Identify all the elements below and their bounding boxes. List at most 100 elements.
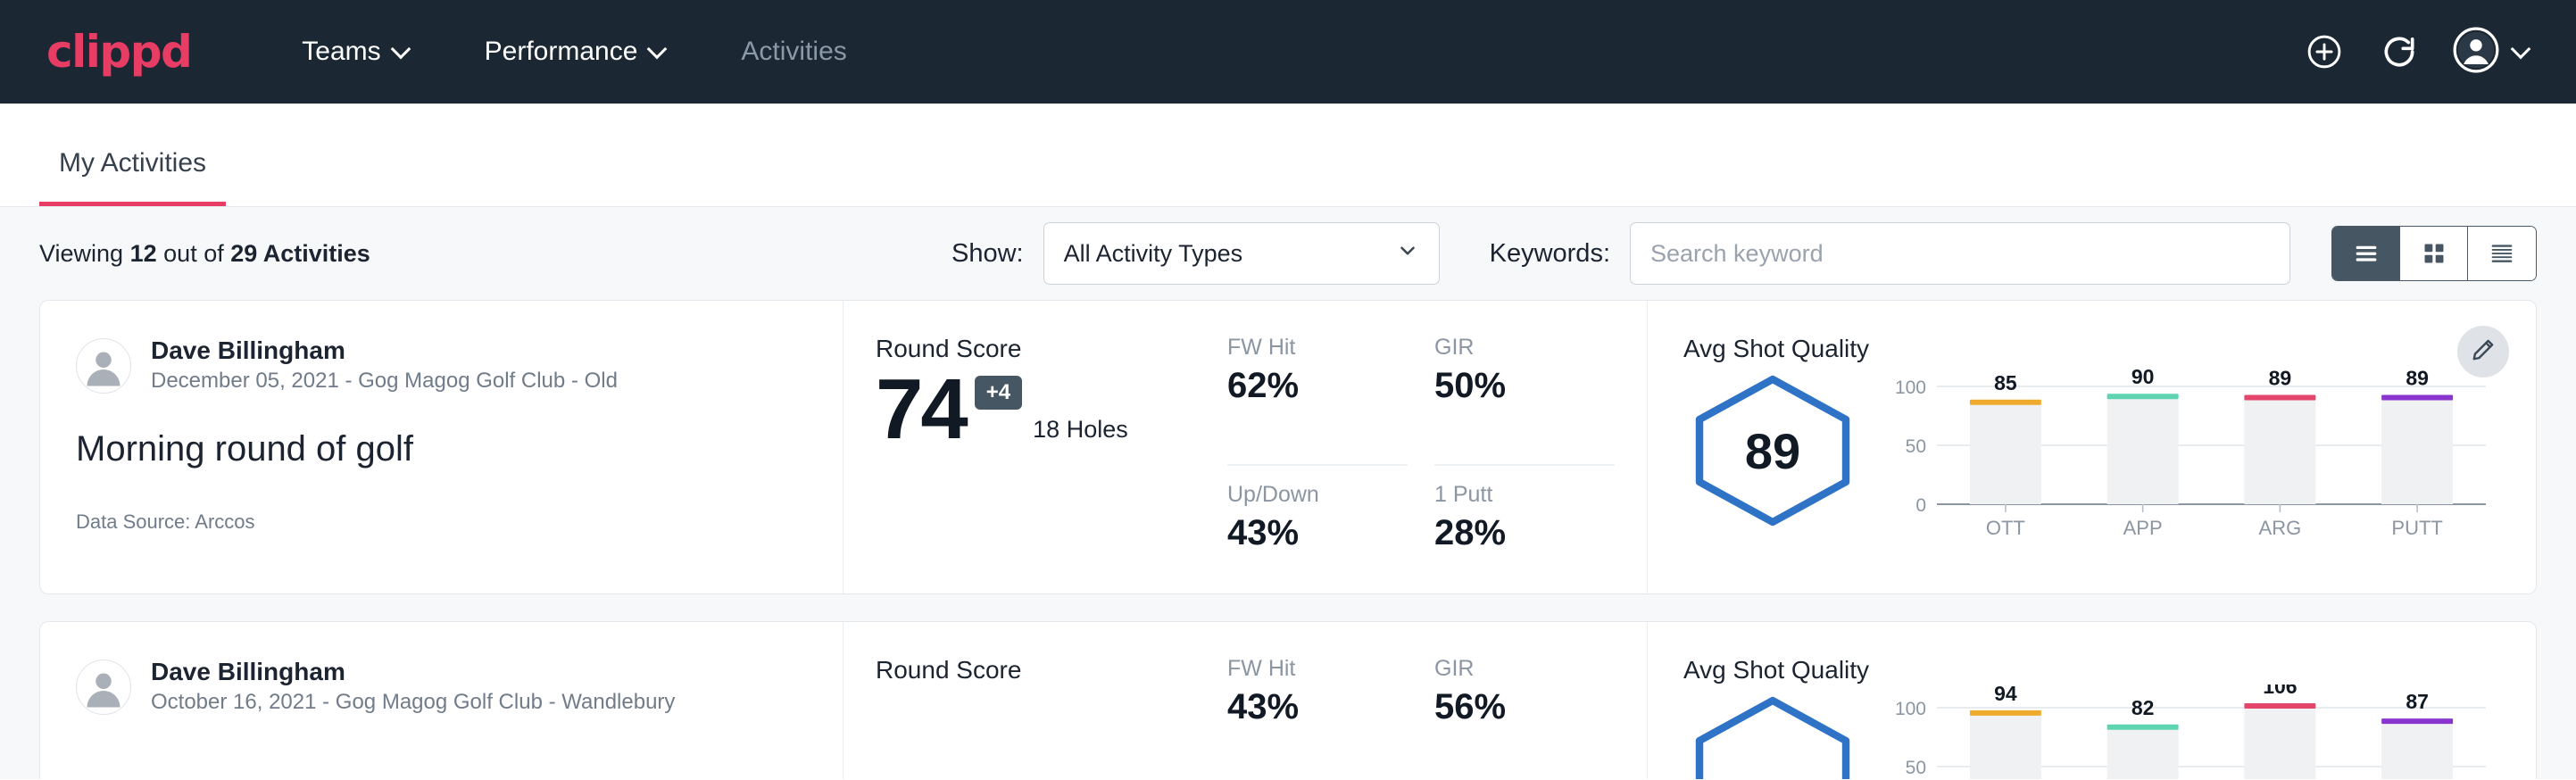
account-menu[interactable] — [2453, 27, 2530, 78]
viewing-prefix: Viewing — [39, 240, 123, 267]
round-stats-column: FW Hit 62% GIR 50% Up/Down 43% 1 Putt 28… — [1227, 301, 1647, 593]
stat-label: GIR — [1434, 656, 1615, 682]
avatar — [76, 338, 131, 394]
round-score-value-row: 74 +4 18 Holes — [876, 367, 1227, 452]
tab-strip: My Activities — [0, 104, 2576, 207]
plus-circle-icon[interactable] — [2303, 30, 2346, 73]
svg-text:100: 100 — [1895, 378, 1926, 398]
chevron-down-icon — [648, 40, 666, 58]
svg-text:OTT: OTT — [1986, 517, 2025, 539]
view-mode-toggle — [2331, 226, 2537, 281]
activity-meta: December 05, 2021 - Gog Magog Golf Club … — [151, 366, 618, 397]
avg-shot-quality-column: Avg Shot Quality 89 0 50 100 85 OTT 90 APP 89 AR… — [1647, 301, 2536, 593]
svg-text:90: 90 — [2131, 365, 2155, 388]
activity-user-name: Dave Billingham — [151, 656, 675, 687]
svg-text:APP: APP — [2123, 517, 2163, 539]
stat-value: 56% — [1434, 687, 1615, 727]
round-holes-label: 18 Holes — [1033, 416, 1128, 444]
quality-hexagon-value: 89 — [1683, 370, 1862, 531]
stat-label: 1 Putt — [1434, 482, 1615, 508]
refresh-icon[interactable] — [2378, 30, 2421, 73]
round-score-badge: +4 — [975, 376, 1022, 410]
activity-type-select[interactable]: All Activity Types — [1043, 222, 1440, 285]
activity-user: Dave Billingham October 16, 2021 - Gog M… — [76, 656, 807, 718]
svg-text:0: 0 — [1915, 495, 1926, 516]
activity-title: Morning round of golf — [76, 429, 807, 469]
activity-user: Dave Billingham December 05, 2021 - Gog … — [76, 335, 807, 397]
stat-label: FW Hit — [1227, 656, 1408, 682]
quality-hexagon — [1683, 692, 1862, 779]
filter-controls: Show: All Activity Types Keywords: Searc… — [951, 222, 2537, 285]
svg-text:87: 87 — [2406, 690, 2429, 713]
keywords-label: Keywords: — [1490, 239, 1610, 269]
stat-one-putt: 1 Putt 28% — [1434, 466, 1615, 593]
stat-value: 62% — [1227, 366, 1408, 406]
round-score-value: 74 — [876, 367, 966, 452]
activity-card[interactable]: Dave Billingham October 16, 2021 - Gog M… — [39, 621, 2537, 779]
stat-label: Up/Down — [1227, 482, 1408, 508]
chevron-down-icon — [1396, 239, 1419, 269]
app-logo[interactable]: clippd — [46, 26, 191, 78]
round-score-column: Round Score — [843, 622, 1227, 779]
viewing-count: 12 — [130, 240, 157, 267]
viewing-total: 29 Activities — [230, 240, 370, 267]
round-score-column: Round Score 74 +4 18 Holes — [843, 301, 1227, 593]
nav-item-activities[interactable]: Activities — [728, 28, 859, 76]
avg-shot-quality-content: 05010094OTT82APP106ARG87PUTT — [1683, 685, 2500, 779]
nav-right-actions — [2303, 27, 2530, 78]
svg-text:100: 100 — [1895, 699, 1926, 719]
round-score-label: Round Score — [876, 656, 1227, 685]
view-mode-list-button[interactable] — [2332, 227, 2400, 280]
main-nav-items: Teams Performance Activities — [289, 28, 859, 76]
svg-text:50: 50 — [1906, 436, 1926, 457]
page-body: Viewing 12 out of 29 Activities Show: Al… — [0, 207, 2576, 779]
svg-text:89: 89 — [2406, 367, 2429, 390]
chevron-down-icon — [392, 40, 410, 58]
account-avatar-icon — [2453, 27, 2499, 78]
activity-info-column: Dave Billingham October 16, 2021 - Gog M… — [40, 622, 843, 779]
activity-card[interactable]: Dave Billingham December 05, 2021 - Gog … — [39, 300, 2537, 594]
svg-text:94: 94 — [1994, 685, 2017, 705]
stat-gir: GIR 50% — [1434, 335, 1615, 466]
svg-text:85: 85 — [1994, 371, 2017, 394]
activity-info-column: Dave Billingham December 05, 2021 - Gog … — [40, 301, 843, 593]
stat-label: GIR — [1434, 335, 1615, 361]
chevron-down-icon — [2512, 40, 2530, 58]
stat-fw-hit: FW Hit 43% — [1227, 656, 1408, 779]
shot-quality-bar-chart: 0 50 100 85 OTT 90 APP 89 ARG 89 PUTT — [1885, 363, 2500, 551]
svg-text:PUTT: PUTT — [2391, 517, 2442, 539]
nav-item-performance-label: Performance — [485, 37, 638, 67]
top-navigation-bar: clippd Teams Performance Activities — [0, 0, 2576, 104]
round-stats-column: FW Hit 43% GIR 56% — [1227, 622, 1647, 779]
svg-text:89: 89 — [2269, 367, 2292, 390]
activity-data-source: Data Source: Arccos — [76, 510, 807, 534]
nav-item-activities-label: Activities — [741, 37, 846, 67]
viewing-count-text: Viewing 12 out of 29 Activities — [39, 240, 370, 268]
svg-text:ARG: ARG — [2259, 517, 2302, 539]
stat-label: FW Hit — [1227, 335, 1408, 361]
avg-shot-quality-column: Avg Shot Quality 05010094OTT82APP106ARG8… — [1647, 622, 2536, 779]
stat-fw-hit: FW Hit 62% — [1227, 335, 1408, 466]
edit-activity-button[interactable] — [2457, 326, 2509, 378]
activity-user-name: Dave Billingham — [151, 335, 618, 366]
stat-gir: GIR 56% — [1434, 656, 1615, 779]
quality-hexagon: 89 — [1683, 370, 1862, 531]
view-mode-compact-button[interactable] — [2468, 227, 2536, 280]
avg-shot-quality-label: Avg Shot Quality — [1683, 335, 2500, 363]
nav-item-teams-label: Teams — [302, 37, 380, 67]
stat-value: 50% — [1434, 366, 1615, 406]
search-input[interactable]: Search keyword — [1630, 222, 2290, 285]
activity-type-select-value: All Activity Types — [1064, 240, 1243, 268]
round-score-label: Round Score — [876, 335, 1227, 363]
svg-text:106: 106 — [2263, 685, 2297, 698]
shot-quality-bar-chart: 05010094OTT82APP106ARG87PUTT — [1885, 685, 2500, 779]
avg-shot-quality-content: 89 0 50 100 85 OTT 90 APP 89 ARG 89 PUTT — [1683, 363, 2500, 551]
stat-up-down: Up/Down 43% — [1227, 466, 1408, 593]
tab-my-activities[interactable]: My Activities — [39, 148, 226, 206]
nav-item-performance[interactable]: Performance — [472, 28, 679, 76]
viewing-middle: out of — [163, 240, 224, 267]
avatar — [76, 660, 131, 715]
nav-item-teams[interactable]: Teams — [289, 28, 421, 76]
show-label: Show: — [951, 239, 1024, 269]
view-mode-grid-button[interactable] — [2400, 227, 2468, 280]
